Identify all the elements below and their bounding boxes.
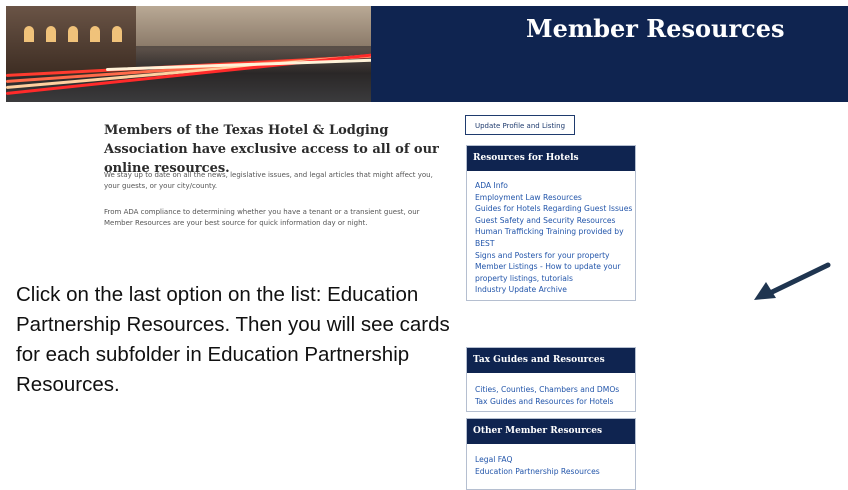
other-member-resources-panel: Other Member Resources Legal FAQ Educati… [466, 418, 636, 490]
sidebar-link-member-listings[interactable]: Member Listings - How to update your pro… [475, 261, 635, 284]
page-title: Member Resources [526, 14, 785, 43]
sidebar-link-guest-safety[interactable]: Guest Safety and Security Resources [475, 215, 635, 227]
update-profile-button[interactable]: Update Profile and Listing [465, 115, 575, 135]
header-banner: Member Resources [6, 6, 848, 102]
tax-guides-panel: Tax Guides and Resources Cities, Countie… [466, 347, 636, 413]
sidebar-link-signs-posters[interactable]: Signs and Posters for your property [475, 250, 635, 262]
panel-heading: Tax Guides and Resources [467, 348, 635, 373]
sidebar-link-education-partnership[interactable]: Education Partnership Resources [475, 466, 635, 478]
panel-heading: Other Member Resources [467, 419, 635, 444]
panel-heading: Resources for Hotels [467, 146, 635, 171]
sidebar-link-ada-info[interactable]: ADA Info [475, 180, 635, 192]
sidebar-link-guest-issues[interactable]: Guides for Hotels Regarding Guest Issues [475, 203, 635, 215]
intro-paragraph-1: We stay up to date on all the news, legi… [104, 171, 433, 190]
sidebar-link-cities-counties[interactable]: Cities, Counties, Chambers and DMOs [475, 384, 635, 396]
sidebar-link-industry-update[interactable]: Industry Update Archive [475, 284, 635, 296]
resources-for-hotels-panel: Resources for Hotels ADA Info Employment… [466, 145, 636, 301]
sidebar-link-tax-guides[interactable]: Tax Guides and Resources for Hotels [475, 396, 635, 408]
arrow-icon [750, 262, 832, 302]
intro-paragraph-2: From ADA compliance to determining wheth… [104, 208, 420, 227]
instruction-text: Click on the last option on the list: Ed… [16, 283, 450, 396]
night-street-photo [6, 6, 371, 102]
sidebar-link-human-trafficking[interactable]: Human Trafficking Training provided by B… [475, 226, 635, 249]
sidebar-link-employment-law[interactable]: Employment Law Resources [475, 192, 635, 204]
sidebar-link-legal-faq[interactable]: Legal FAQ [475, 454, 635, 466]
